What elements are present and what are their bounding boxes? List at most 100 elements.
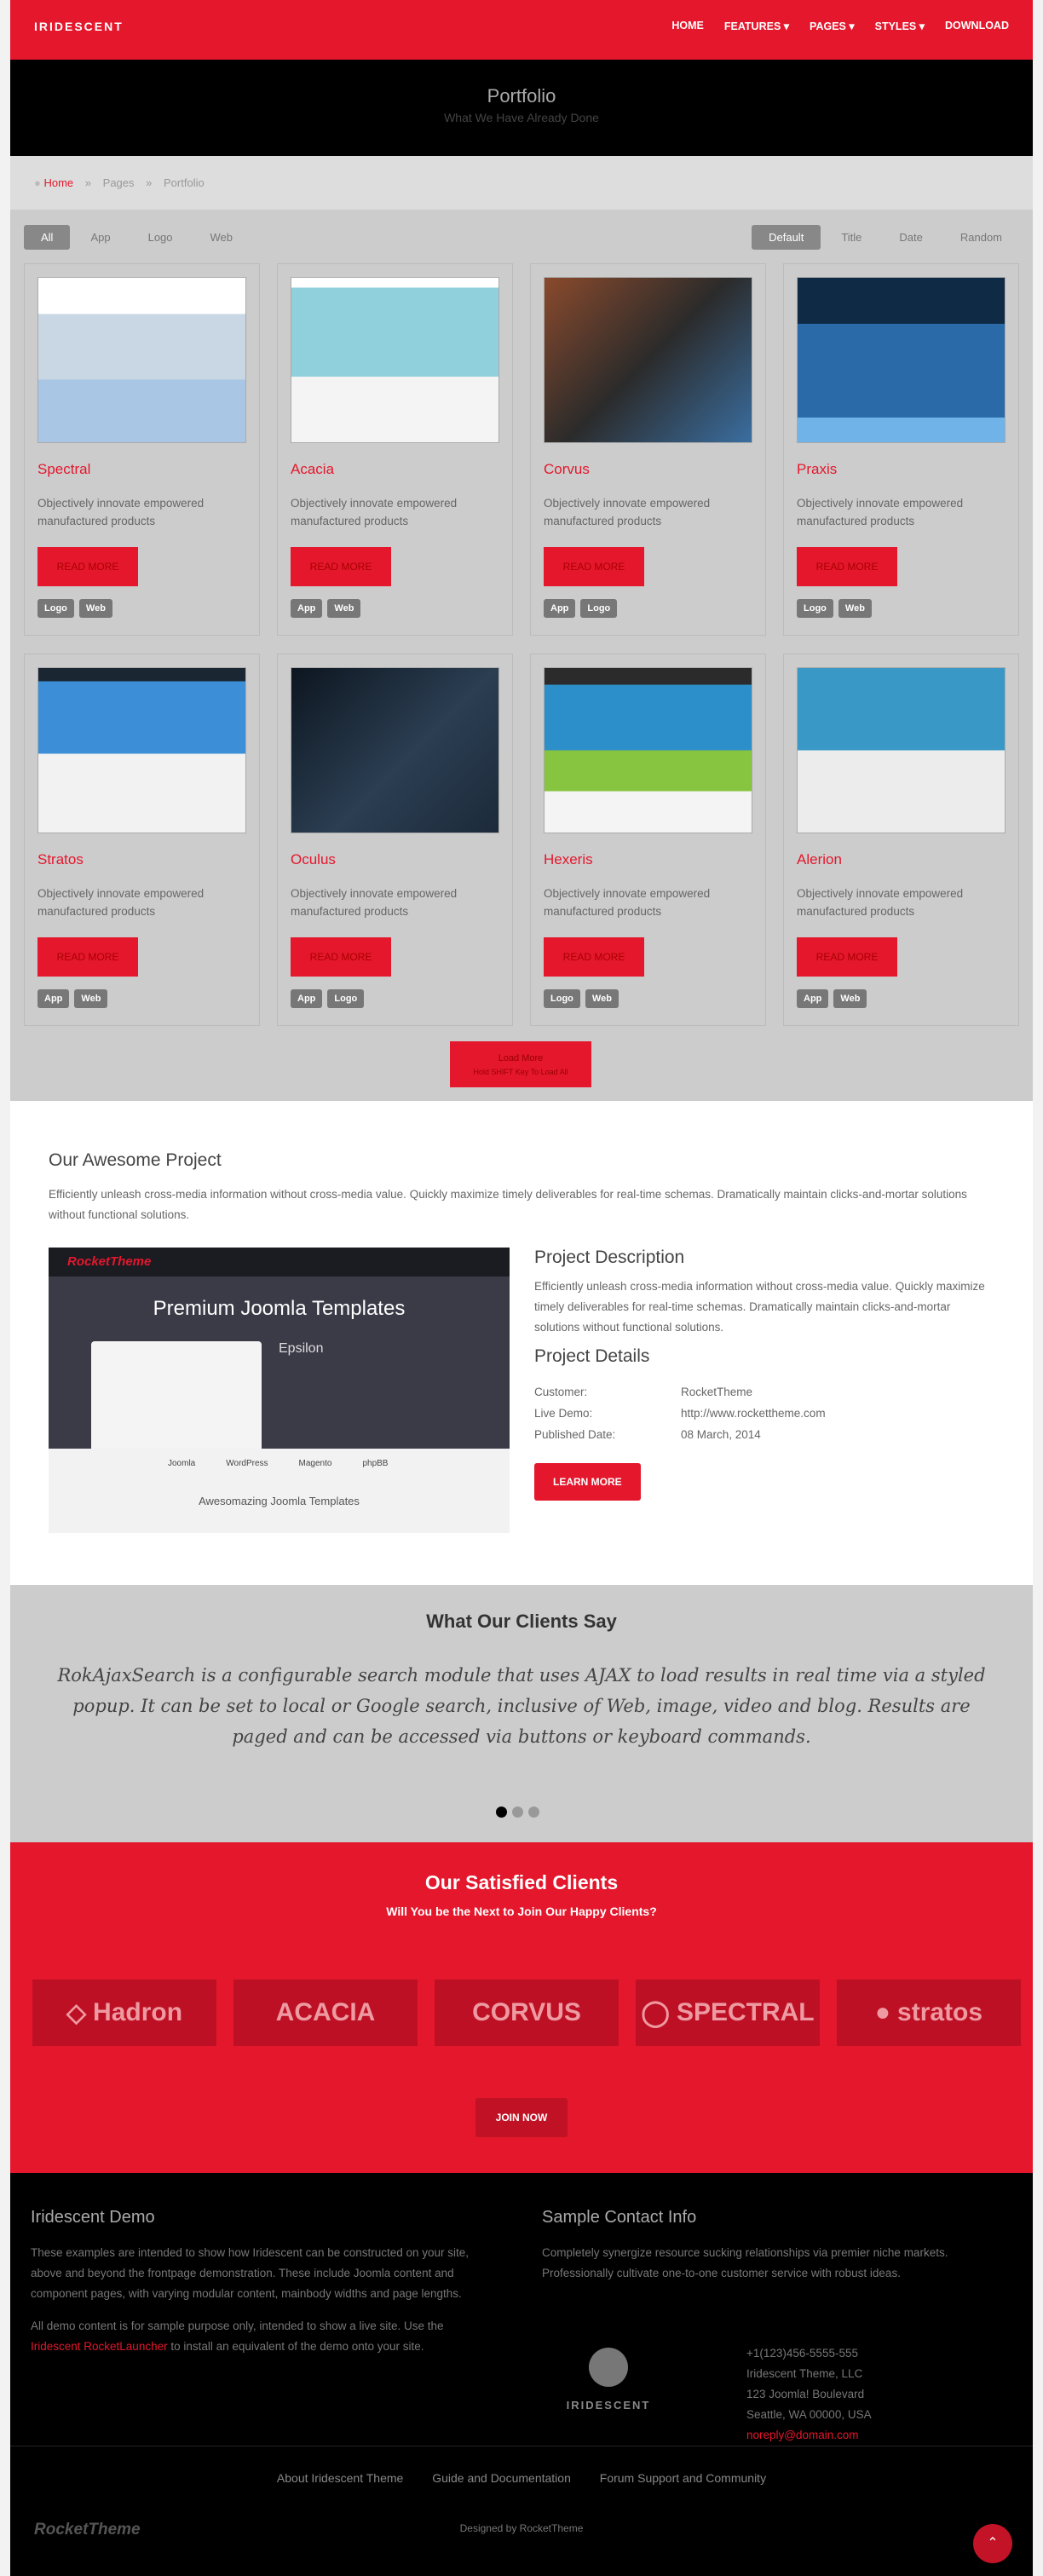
footer-link-forum[interactable]: Forum Support and Community <box>600 2471 766 2485</box>
iridescent-logo: IRIDESCENT <box>557 2348 660 2416</box>
read-more-button[interactable]: READ MORE <box>37 937 138 977</box>
project-desc: Efficiently unleash cross-media informat… <box>534 1280 985 1334</box>
client-logo-corvus[interactable]: CORVUS <box>435 1980 619 2046</box>
demo-label: Live Demo: <box>534 1407 593 1420</box>
note-text-end: to install an equivalent of the demo ont… <box>170 2340 424 2353</box>
nav-styles[interactable]: STYLES ▾ <box>875 20 925 32</box>
sort-default[interactable]: Default <box>752 225 821 250</box>
portfolio-card: Spectral Objectively innovate empowered … <box>24 263 260 636</box>
portfolio-card: Alerion Objectively innovate empowered m… <box>783 654 1019 1026</box>
read-more-button[interactable]: READ MORE <box>37 547 138 586</box>
tag[interactable]: Web <box>78 599 112 618</box>
tag[interactable]: Logo <box>580 599 618 618</box>
client-logo-stratos[interactable]: ● stratos <box>837 1980 1021 2046</box>
filter-all[interactable]: All <box>24 225 71 250</box>
tag[interactable]: Web <box>838 599 872 618</box>
site-logo[interactable]: IRIDESCENT <box>34 20 124 33</box>
circle-icon: ◯ <box>641 1998 670 2027</box>
read-more-button[interactable]: READ MORE <box>544 547 644 586</box>
portfolio-title[interactable]: Acacia <box>291 461 334 478</box>
learn-more-button[interactable]: LEARN MORE <box>534 1463 641 1501</box>
tag[interactable]: Web <box>833 989 867 1008</box>
load-more-button[interactable]: Load More Hold SHIFT Key To Load All <box>450 1041 591 1087</box>
tag[interactable]: Web <box>327 599 361 618</box>
portfolio-desc: Objectively innovate empowered manufactu… <box>797 887 964 918</box>
demo-value[interactable]: http://www.rockettheme.com <box>681 1407 999 1420</box>
footer-link-guide[interactable]: Guide and Documentation <box>432 2471 571 2485</box>
chevron-icon: » <box>84 176 92 189</box>
portfolio-thumbnail[interactable] <box>37 277 246 443</box>
logo-text: CORVUS <box>472 1998 581 2026</box>
tag[interactable]: App <box>544 599 576 618</box>
tag[interactable]: Web <box>74 989 108 1008</box>
nav-features[interactable]: FEATURES ▾ <box>724 20 789 32</box>
filter-app[interactable]: App <box>73 225 127 250</box>
read-more-button[interactable]: READ MORE <box>291 547 391 586</box>
tag[interactable]: App <box>291 989 323 1008</box>
portfolio-title[interactable]: Stratos <box>37 851 84 868</box>
portfolio-title[interactable]: Hexeris <box>544 851 593 868</box>
tag-list: App Web <box>291 599 361 618</box>
nav-home[interactable]: HOME <box>671 20 704 32</box>
contact-email[interactable]: noreply@domain.com <box>746 2425 872 2446</box>
read-more-button[interactable]: READ MORE <box>797 547 897 586</box>
slider-dot[interactable] <box>496 1807 507 1818</box>
nav-download[interactable]: DOWNLOAD <box>945 20 1009 32</box>
read-more-button[interactable]: READ MORE <box>544 937 644 977</box>
tag-list: App Web <box>797 989 867 1008</box>
tag-list: App Logo <box>544 599 618 618</box>
breadcrumb-pages[interactable]: Pages <box>103 176 135 189</box>
tag[interactable]: App <box>797 989 829 1008</box>
page-subtitle: What We Have Already Done <box>444 111 599 124</box>
client-logo-spectral[interactable]: ◯ SPECTRAL <box>636 1980 820 2046</box>
slider-dot[interactable] <box>528 1807 539 1818</box>
portfolio-thumbnail[interactable] <box>797 667 1006 833</box>
filter-web[interactable]: Web <box>193 225 251 250</box>
portfolio-title[interactable]: Corvus <box>544 461 590 478</box>
portfolio-title[interactable]: Oculus <box>291 851 336 868</box>
tag[interactable]: Logo <box>544 989 580 1008</box>
portfolio-title[interactable]: Alerion <box>797 851 842 868</box>
portfolio-card: Praxis Objectively innovate empowered ma… <box>783 263 1019 636</box>
back-to-top-button[interactable]: ⌃ <box>973 2524 1012 2563</box>
portfolio-title[interactable]: Praxis <box>797 461 837 478</box>
portfolio-thumbnail[interactable] <box>291 277 499 443</box>
nav-pages[interactable]: PAGES ▾ <box>810 20 855 32</box>
tag[interactable]: Logo <box>797 599 833 618</box>
footer-link-about[interactable]: About Iridescent Theme <box>277 2471 403 2485</box>
footer-contact: Sample Contact Info Completely synergize… <box>542 2207 1002 2446</box>
portfolio-desc: Objectively innovate empowered manufactu… <box>544 887 711 918</box>
join-now-button[interactable]: JOIN NOW <box>475 2098 568 2137</box>
footer-contact-title: Sample Contact Info <box>542 2208 697 2227</box>
portfolio-thumbnail[interactable] <box>37 667 246 833</box>
read-more-button[interactable]: READ MORE <box>797 937 897 977</box>
rocketlauncher-link[interactable]: Iridescent RocketLauncher <box>31 2340 168 2353</box>
top-bar: IRIDESCENT HOME FEATURES ▾ PAGES ▾ STYLE… <box>10 0 1033 60</box>
sort-date[interactable]: Date <box>882 225 939 250</box>
read-more-button[interactable]: READ MORE <box>291 937 391 977</box>
portfolio-title[interactable]: Spectral <box>37 461 90 478</box>
platform-label: phpBB <box>362 1459 389 1468</box>
tag[interactable]: App <box>291 599 323 618</box>
tag[interactable]: App <box>37 989 70 1008</box>
portfolio-thumbnail[interactable] <box>291 667 499 833</box>
sort-title[interactable]: Title <box>824 225 879 250</box>
client-logo-acacia[interactable]: ACACIA <box>233 1980 418 2046</box>
tag[interactable]: Web <box>585 989 619 1008</box>
client-logos: ◇ Hadron ACACIA CORVUS ◯ SPECTRAL ● stratos <box>32 1980 1021 2046</box>
portfolio-thumbnail[interactable] <box>544 277 752 443</box>
tag-list: App Web <box>37 989 108 1008</box>
client-logo-hadron[interactable]: ◇ Hadron <box>32 1980 216 2046</box>
screenshot-heading: Premium Joomla Templates <box>153 1297 406 1320</box>
portfolio-thumbnail[interactable] <box>544 667 752 833</box>
filter-logo[interactable]: Logo <box>131 225 190 250</box>
breadcrumb-home[interactable]: Home <box>43 176 73 189</box>
contact-address: +1(123)456-5555-555 Iridescent Theme, LL… <box>746 2343 872 2446</box>
tag[interactable]: Logo <box>327 989 365 1008</box>
footer-demo-title: Iridescent Demo <box>31 2208 155 2227</box>
slider-dot[interactable] <box>512 1807 523 1818</box>
sort-random[interactable]: Random <box>943 225 1019 250</box>
tag[interactable]: Logo <box>37 599 74 618</box>
portfolio-thumbnail[interactable] <box>797 277 1006 443</box>
details-list: Customer: RocketTheme Live Demo: http://… <box>534 1386 999 1441</box>
